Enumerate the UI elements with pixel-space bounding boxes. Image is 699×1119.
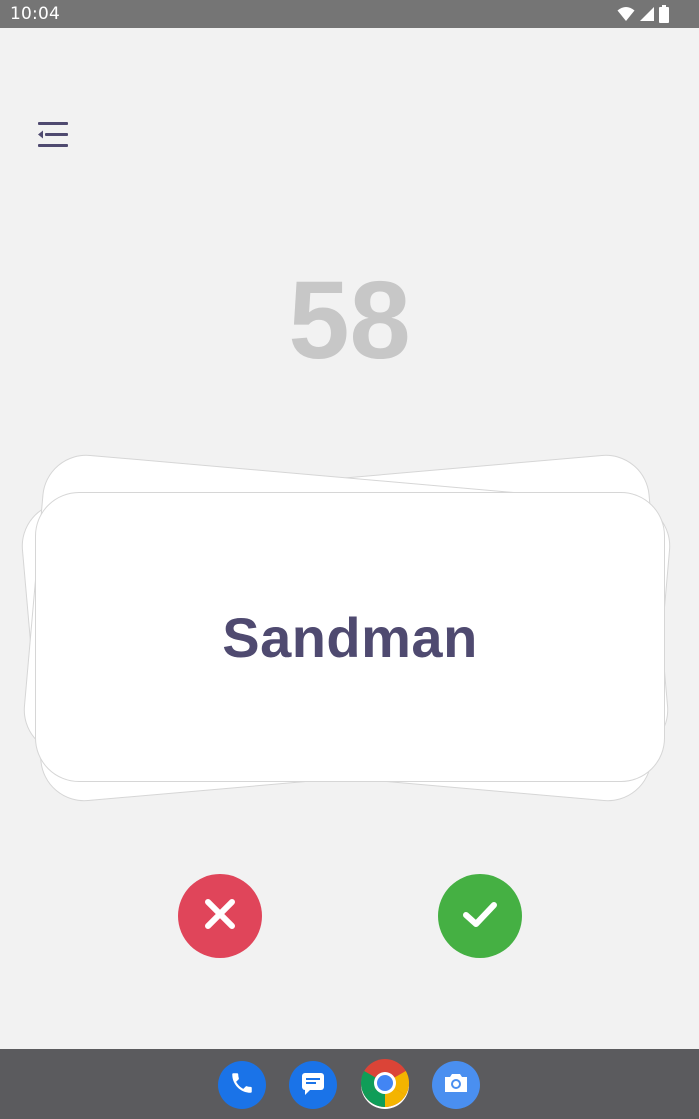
card-word: Sandman xyxy=(222,605,478,669)
camera-app-button[interactable] xyxy=(432,1061,480,1109)
chrome-icon xyxy=(360,1058,410,1112)
battery-icon xyxy=(659,5,669,23)
phone-icon xyxy=(229,1070,255,1101)
menu-button[interactable] xyxy=(28,116,76,156)
word-card[interactable]: Sandman xyxy=(35,492,665,782)
camera-icon xyxy=(442,1070,470,1101)
menu-collapse-icon xyxy=(28,122,76,160)
phone-app-button[interactable] xyxy=(218,1061,266,1109)
messages-icon xyxy=(299,1070,327,1101)
card-stack: Sandman xyxy=(0,28,699,1049)
signal-icon xyxy=(639,6,655,22)
check-icon xyxy=(460,896,500,937)
app-dock xyxy=(0,1049,699,1119)
wrong-button[interactable] xyxy=(178,874,262,958)
correct-button[interactable] xyxy=(438,874,522,958)
status-time: 10:04 xyxy=(10,4,60,24)
close-icon xyxy=(202,896,238,937)
chrome-app-button[interactable] xyxy=(360,1058,410,1112)
status-icons xyxy=(617,5,669,23)
wifi-icon xyxy=(617,6,635,22)
game-screen: 58 Sandman xyxy=(0,28,699,1049)
remaining-counter: 58 xyxy=(288,259,411,382)
status-bar: 10:04 xyxy=(0,0,699,28)
messages-app-button[interactable] xyxy=(289,1061,337,1109)
